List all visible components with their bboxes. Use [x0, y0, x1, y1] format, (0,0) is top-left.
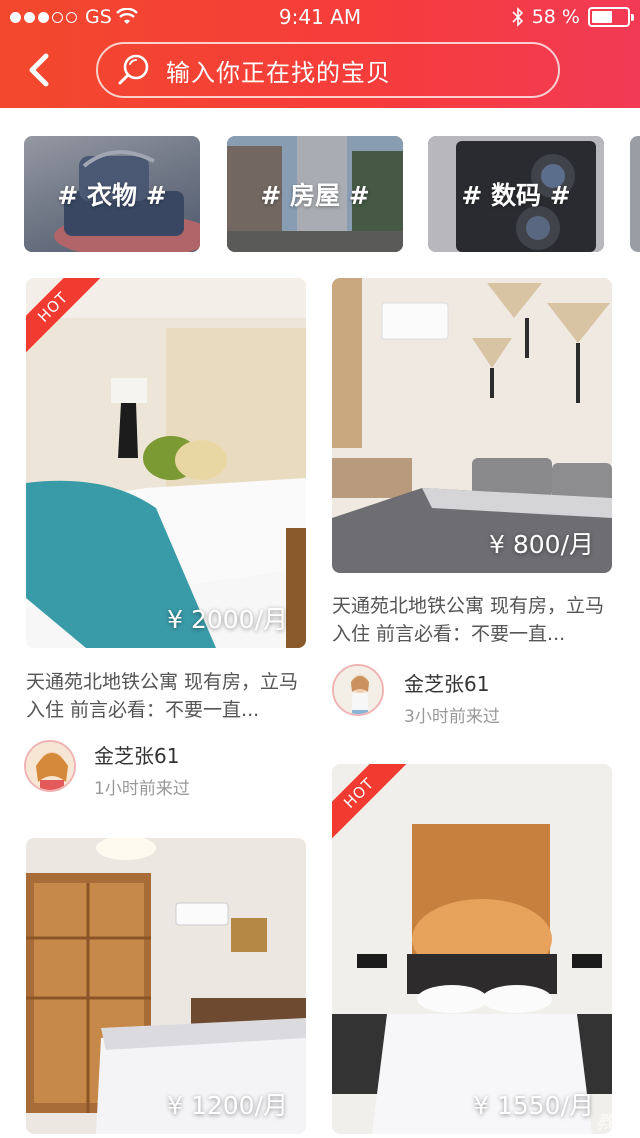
category-digital[interactable]: # 数码 # — [428, 136, 604, 252]
watermark-text: 教程 — [596, 1112, 632, 1133]
category-label: # 衣物 # — [57, 181, 167, 210]
listing-price: ¥ 800/月 — [489, 530, 594, 559]
listing-card[interactable]: ¥ 1200/月 — [26, 838, 306, 1138]
avatar-image — [334, 666, 382, 714]
category-label: # 房屋 # — [260, 181, 370, 210]
last-seen: 1小时前来过 — [94, 779, 190, 799]
listing-photo: HOT ¥ 2000/月 — [26, 278, 306, 648]
category-clothing[interactable]: # 衣物 # — [24, 136, 200, 252]
listing-description: 天通苑北地铁公寓 现有房，立马入住 前言必看：不要一直... — [26, 671, 299, 721]
search-placeholder: 输入你正在找的宝贝 — [166, 58, 391, 87]
avatar-image — [26, 742, 74, 790]
listing-price: ¥ 1550/月 — [473, 1091, 594, 1120]
bedroom-image — [26, 278, 306, 648]
back-arrow-icon[interactable] — [20, 50, 56, 90]
listing-price: ¥ 1200/月 — [167, 1091, 288, 1120]
listing-card[interactable]: HOT ¥ 1550/月 — [332, 764, 612, 1138]
user-name[interactable]: 金芝张61 — [404, 668, 489, 697]
last-seen: 3小时前来过 — [404, 707, 500, 727]
bedroom-image — [332, 764, 612, 1134]
listing-card[interactable]: HOT ¥ 2000/月 天通苑北地铁公寓 现有房，立马入住 前言必看：不要一直… — [24, 278, 306, 799]
listing-photo: HOT ¥ 1550/月 — [332, 764, 612, 1134]
listing-photo: ¥ 1200/月 — [26, 838, 306, 1134]
listing-description: 天通苑北地铁公寓 现有房，立马入住 前言必看：不要一直... — [332, 595, 605, 645]
listing-photo: ¥ 800/月 — [332, 278, 612, 573]
search-bar[interactable]: 输入你正在找的宝贝 — [96, 42, 560, 98]
battery-info: 58 % — [512, 6, 634, 28]
category-housing[interactable]: # 房屋 # — [227, 136, 403, 252]
status-bar: GS 9:41 AM 58 % — [0, 0, 640, 34]
category-more-peek[interactable] — [630, 136, 640, 252]
listing-price: ¥ 2000/月 — [167, 605, 288, 634]
user-name[interactable]: 金芝张61 — [94, 740, 179, 769]
category-label: # 数码 # — [461, 181, 571, 210]
app-header: GS 9:41 AM 58 % 输入你正在找的宝贝 — [0, 0, 640, 108]
battery-icon — [588, 7, 634, 27]
search-icon — [118, 54, 149, 85]
user-avatar[interactable] — [24, 740, 76, 792]
listing-card[interactable]: ¥ 800/月 天通苑北地铁公寓 现有房，立马入住 前言必看：不要一直... 金… — [332, 278, 612, 728]
bluetooth-icon — [512, 7, 523, 27]
battery-percent: 58 % — [531, 6, 580, 28]
user-avatar[interactable] — [332, 664, 384, 716]
